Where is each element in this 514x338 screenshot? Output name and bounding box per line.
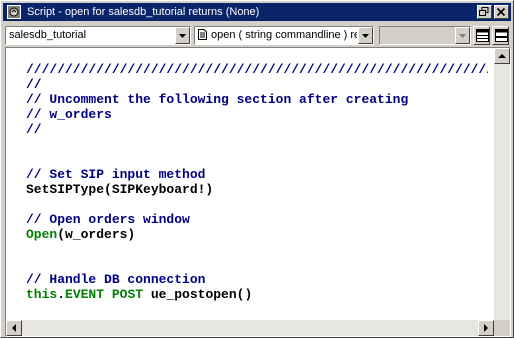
code-text: . [57,287,66,302]
close-icon [496,7,506,17]
split-vertical-icon [495,29,508,42]
script-window-icon[interactable] [7,5,21,19]
code-keyword: Open [26,227,58,242]
code-line[interactable]: this.EVENT POST ue_postopen() [26,287,488,302]
code-keyword: this [26,287,58,302]
code-line[interactable]: // Set SIP input method [26,167,488,182]
scrollbar-corner [494,320,510,336]
code-line[interactable]: // Handle DB connection [26,272,488,287]
script-toolbar: salesdb_tutorial open ( string commandli… [3,23,511,45]
split-view-button[interactable] [473,26,490,45]
code-line[interactable]: // Open orders window [26,212,488,227]
scroll-right-button[interactable] [478,320,494,336]
code-comment: // Set SIP input method [26,167,206,182]
code-area[interactable]: ////////////////////////////////////////… [26,62,488,318]
code-line[interactable] [26,257,488,272]
event-select-value: open ( string commandline ) re [211,29,357,41]
chevron-down-icon [459,34,466,38]
code-keyword: EVENT POST [65,287,144,302]
code-text: (w_orders) [57,227,136,242]
code-line[interactable] [26,137,488,152]
code-comment: // Open orders window [26,212,190,227]
arrow-right-icon [484,324,488,332]
code-line[interactable]: SetSIPType(SIPKeyboard!) [26,182,488,197]
code-comment: // [26,122,42,137]
window-title: Script - open for salesdb_tutorial retur… [27,6,260,18]
ancestor-select[interactable] [379,26,471,45]
script-window: Script - open for salesdb_tutorial retur… [0,0,514,338]
code-comment: // Uncomment the following section after… [26,92,409,107]
code-line[interactable]: // [26,122,488,137]
ancestor-select-dropdown[interactable] [455,27,470,44]
code-line[interactable]: ////////////////////////////////////////… [26,62,488,77]
object-select-dropdown[interactable] [175,27,190,44]
arrow-up-icon [498,54,506,58]
single-view-button[interactable] [492,26,509,45]
code-line[interactable]: // [26,77,488,92]
chevron-down-icon [179,34,186,38]
chevron-down-icon [362,34,369,38]
code-line[interactable]: Open(w_orders) [26,227,488,242]
code-comment: // w_orders [26,107,112,122]
code-line[interactable] [26,152,488,167]
scroll-left-button[interactable] [6,320,22,336]
code-comment: // Handle DB connection [26,272,206,287]
code-comment: // [26,77,42,92]
script-editor[interactable]: ////////////////////////////////////////… [5,47,511,337]
vertical-scrollbar[interactable] [494,48,510,320]
code-text: ue_postopen() [143,287,253,302]
code-line[interactable] [26,197,488,212]
split-horizontal-icon [476,29,489,42]
horizontal-scrollbar[interactable] [6,320,494,336]
object-select-value: salesdb_tutorial [9,29,87,41]
code-text: SetSIPType(SIPKeyboard!) [26,182,214,197]
event-script-icon [198,29,207,40]
restore-icon [479,7,489,16]
event-select-dropdown[interactable] [358,27,373,44]
arrow-left-icon [12,324,16,332]
event-select[interactable]: open ( string commandline ) re [194,26,374,45]
title-bar[interactable]: Script - open for salesdb_tutorial retur… [3,3,511,21]
code-line[interactable] [26,242,488,257]
code-comment: ////////////////////////////////////////… [26,62,488,77]
scroll-up-button[interactable] [494,48,510,64]
restore-button[interactable] [477,5,492,19]
close-button[interactable] [494,5,509,19]
code-line[interactable]: // Uncomment the following section after… [26,92,488,107]
object-select[interactable]: salesdb_tutorial [5,26,191,45]
code-line[interactable]: // w_orders [26,107,488,122]
